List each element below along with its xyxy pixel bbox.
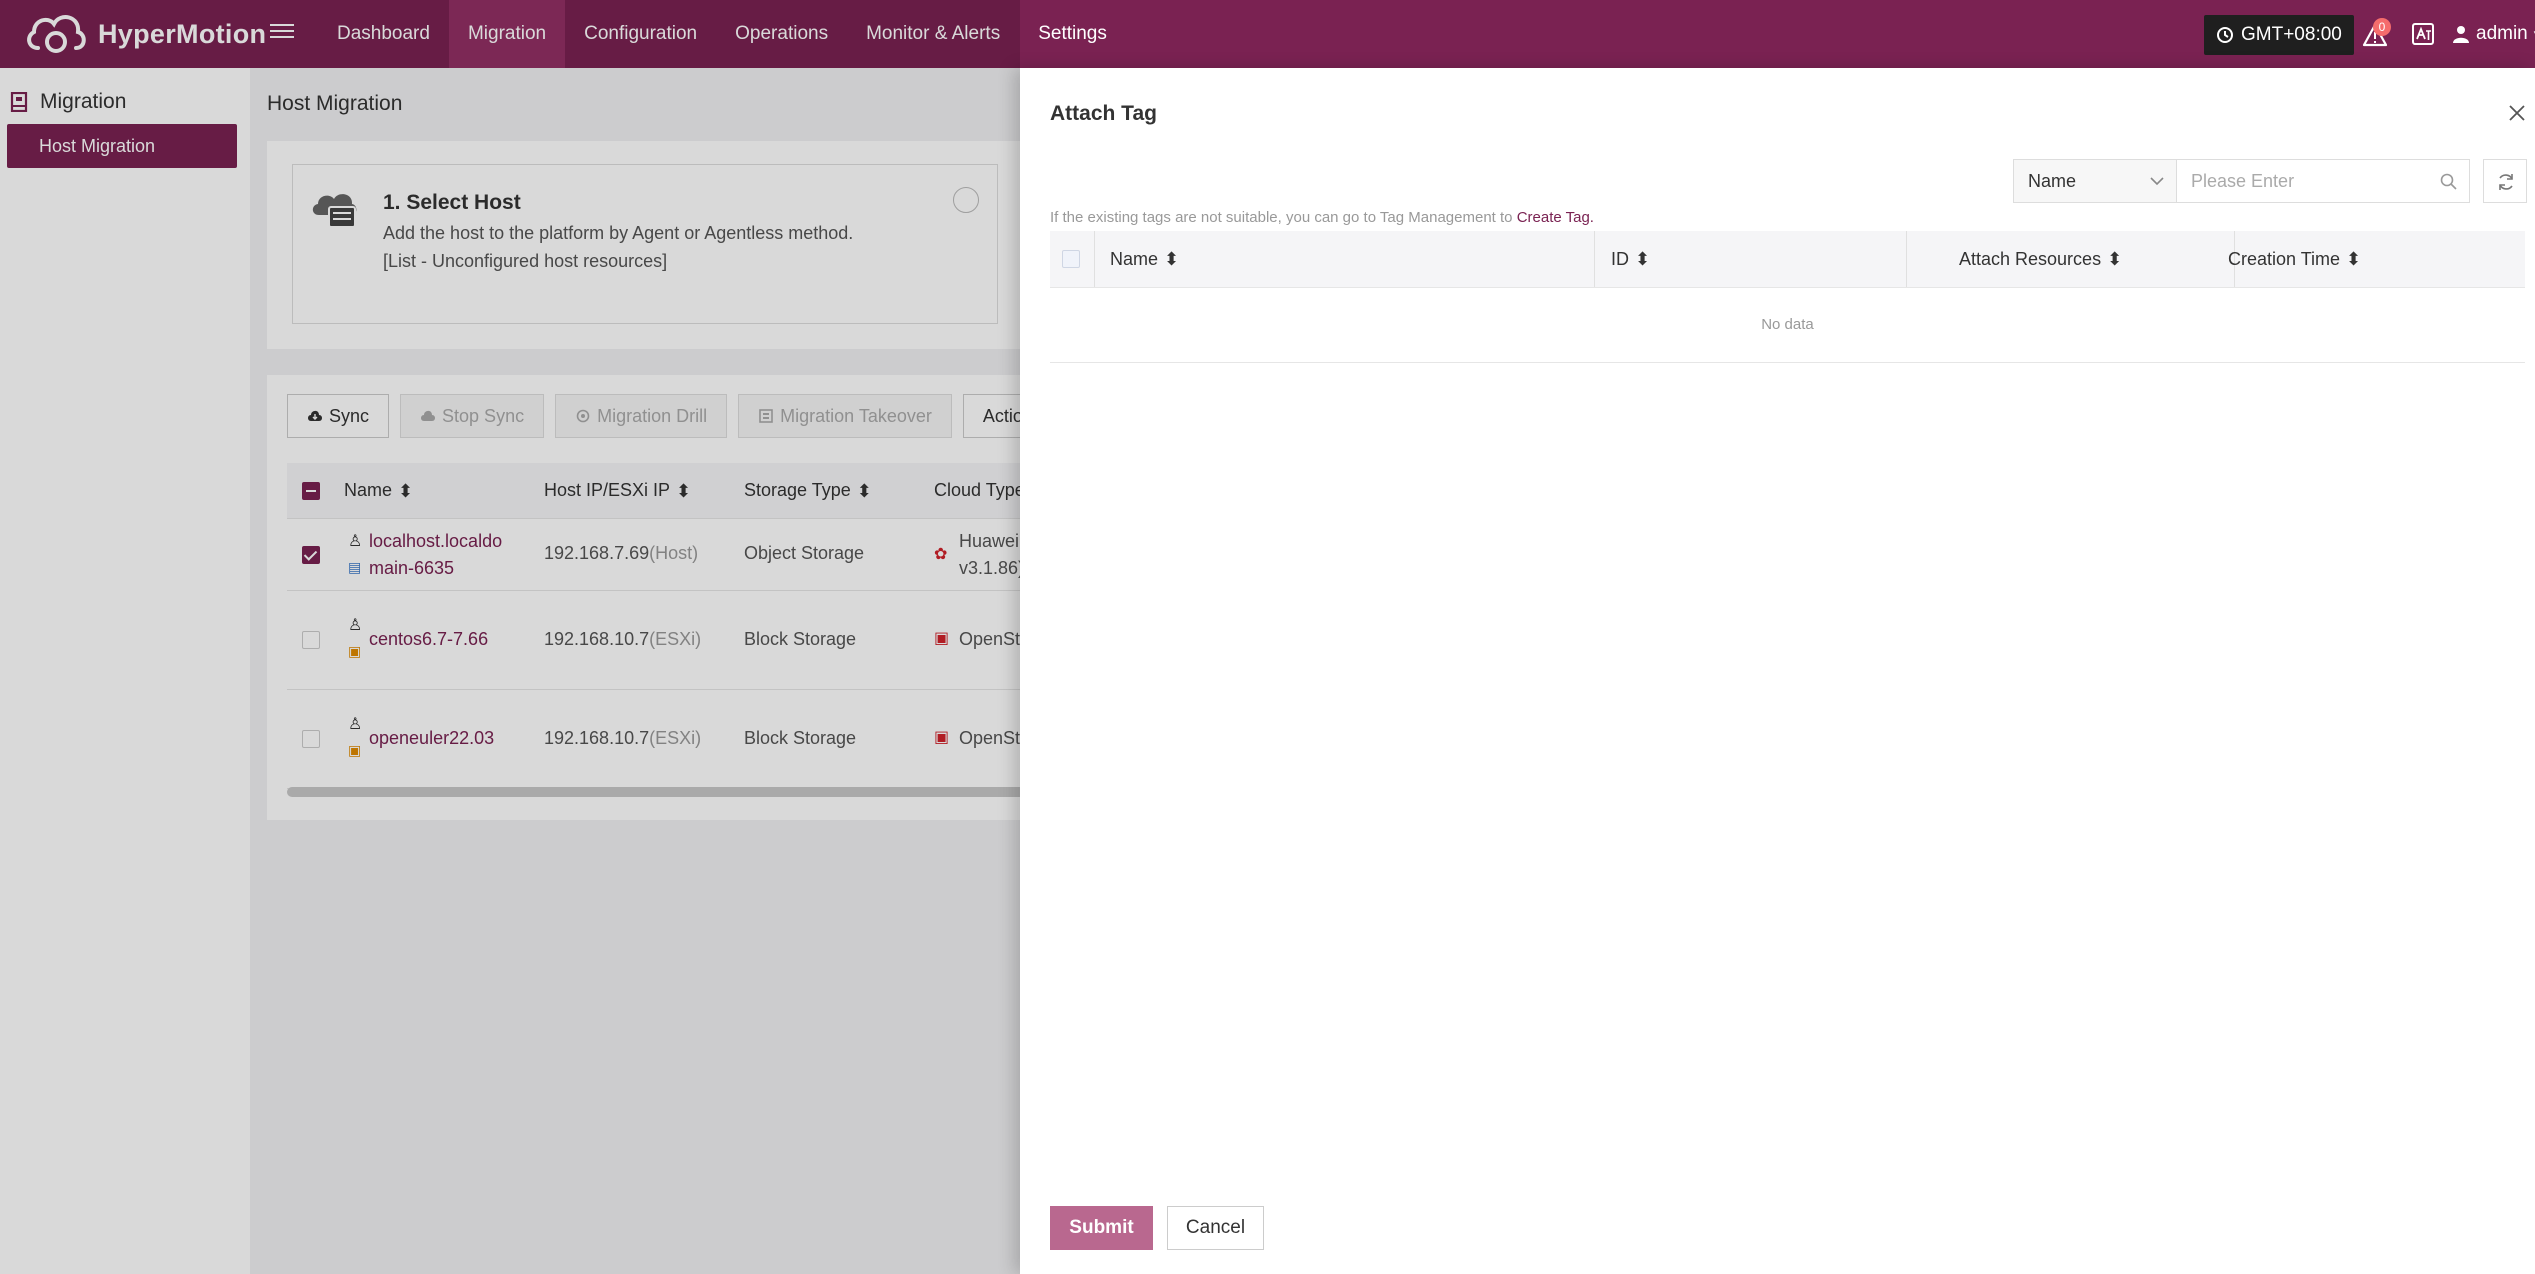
tag-hint: If the existing tags are not suitable, y…	[1050, 209, 1594, 226]
nav-settings[interactable]: Settings	[1019, 0, 1126, 68]
sort-icon: ⬍	[1635, 249, 1651, 269]
timezone-button[interactable]: GMT+08:00	[2204, 15, 2354, 55]
tag-col-name[interactable]: Name ⬍	[1110, 231, 1179, 287]
col-divider	[1094, 231, 1095, 287]
sort-icon: ⬍	[2346, 249, 2362, 269]
filter-field-select[interactable]: Name	[2013, 159, 2177, 203]
sort-icon: ⬍	[2107, 249, 2123, 269]
search-box	[2177, 159, 2470, 203]
tag-hint-text: If the existing tags are not suitable, y…	[1050, 209, 1517, 226]
overlay[interactable]	[0, 68, 1020, 1274]
search-input[interactable]	[2189, 160, 2423, 202]
submit-button[interactable]: Submit	[1050, 1206, 1153, 1250]
refresh-button[interactable]	[2483, 159, 2527, 203]
tag-col-creation-time[interactable]: Creation Time ⬍	[2228, 231, 2361, 287]
chevron-down-icon	[2150, 177, 2164, 186]
clock-icon	[2217, 27, 2233, 43]
search-icon[interactable]	[2440, 173, 2457, 190]
tag-table-header: Name ⬍ ID ⬍ Attach Resources ⬍ Creation Tim…	[1050, 231, 2525, 288]
timezone-label: GMT+08:00	[2241, 24, 2342, 45]
language-icon[interactable]	[2412, 23, 2434, 45]
col-divider	[1906, 231, 1907, 287]
empty-state: No data	[1050, 288, 2525, 363]
user-menu[interactable]: admin ▾	[2452, 0, 2535, 68]
create-tag-link[interactable]: Create Tag.	[1517, 209, 1594, 226]
select-all-tags-checkbox[interactable]	[1062, 250, 1080, 268]
alert-count-badge: 0	[2373, 18, 2391, 36]
drawer-title: Attach Tag	[1050, 102, 1157, 125]
user-icon	[2453, 26, 2469, 43]
overlay-top	[0, 0, 1020, 68]
cancel-button[interactable]: Cancel	[1167, 1206, 1264, 1250]
close-icon[interactable]	[2508, 104, 2526, 122]
filter-field-value: Name	[2028, 171, 2077, 191]
tag-table: Name ⬍ ID ⬍ Attach Resources ⬍ Creation Tim…	[1050, 231, 2525, 363]
tag-col-attach-resources[interactable]: Attach Resources ⬍	[1959, 231, 2122, 287]
sort-icon: ⬍	[1164, 249, 1180, 269]
refresh-icon	[2499, 174, 2513, 190]
username: admin	[2476, 23, 2528, 44]
attach-tag-drawer: Attach Tag Name If the existing tags are…	[1020, 68, 2535, 1274]
col-divider	[1594, 231, 1595, 287]
tag-col-id[interactable]: ID ⬍	[1611, 231, 1650, 287]
